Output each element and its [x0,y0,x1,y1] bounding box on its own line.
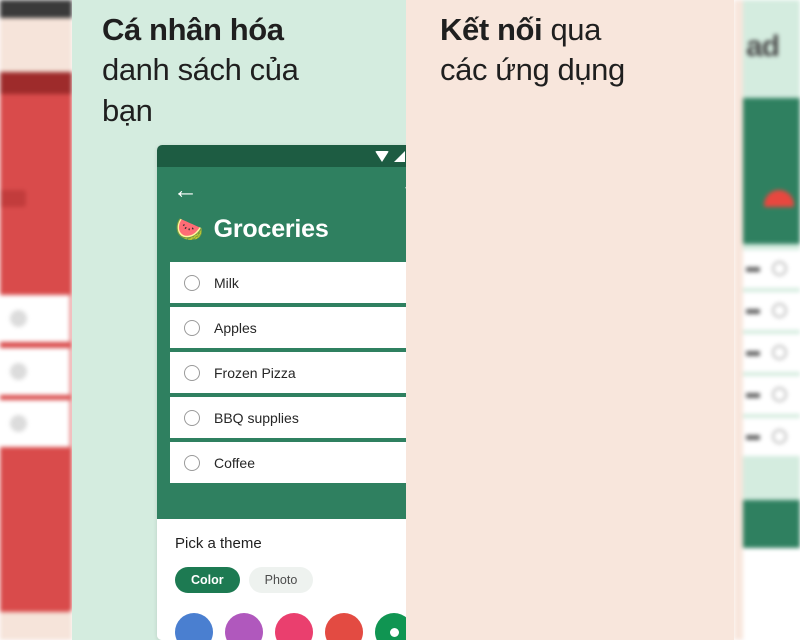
theme-swatch-blue[interactable] [175,613,213,640]
list-title: Groceries [213,215,329,243]
peek-left-chip [0,190,26,207]
task-label: BBQ supplies [214,409,299,426]
checkbox-circle-icon[interactable] [184,454,200,471]
right-headline-line1: Kết nối qua [440,10,710,50]
theme-swatch-purple[interactable] [225,613,263,640]
watermelon-icon: 🍉 [175,216,204,242]
left-headline-line1: Cá nhân hóa [102,12,284,47]
carousel-peek-left[interactable] [0,0,72,640]
peek-right-line [746,351,760,356]
peek-right-headline: ad [746,30,780,63]
swatch-selected-indicator [389,627,399,637]
right-headline-bold: Kết nối [440,12,543,47]
task-label: Frozen Pizza [214,364,296,381]
checkbox-circle-icon[interactable] [184,274,200,291]
peek-right-line [746,435,760,440]
checkbox-circle-icon[interactable] [184,364,200,381]
peek-right-gutter [734,0,743,640]
checkbox-circle-icon[interactable] [184,319,200,336]
theme-tab-photo[interactable]: Photo [248,567,314,593]
peek-right-footer [743,500,800,548]
peek-right-ring [772,429,787,444]
task-label: Milk [214,274,239,291]
peek-right-ring [772,387,787,402]
checkbox-circle-icon[interactable] [184,409,200,426]
slide-connect: Kết nối qua các ứng dụng 12:30 ← F [406,0,734,640]
slide-personalize: Cá nhân hóa danh sách của bạn 12:30 ← + [72,0,465,640]
arrow-back-icon[interactable]: ← [173,177,198,203]
peek-right-ring [772,303,787,318]
right-headline-rest: qua [542,12,601,47]
peek-left-dot [10,310,27,327]
left-headline-line2: danh sách của [102,52,299,88]
left-headline-line3: bạn [102,92,153,128]
peek-right-ring [772,345,787,360]
wifi-icon [374,150,389,162]
peek-right-line [746,393,760,398]
signal-icon [393,150,405,162]
theme-swatch-red[interactable] [325,613,363,640]
peek-right-line [746,267,760,272]
peek-left-topbar [0,0,72,18]
peek-right-sheet [743,548,800,640]
screenshot-stage: ad Cá nhân hóa danh sách của bạn ← 🍉 Gro… [0,0,800,640]
task-label: Coffee [214,454,255,471]
theme-swatch-pink[interactable] [275,613,313,640]
peek-right-ring [772,261,787,276]
peek-left-phone [0,72,72,612]
right-headline: Kết nối qua các ứng dụng [406,0,734,91]
right-headline-line2: các ứng dụng [440,52,625,88]
peek-right-line [746,309,760,314]
left-headline: Cá nhân hóa danh sách của bạn [72,0,406,131]
peek-right-appbar [743,98,800,244]
peek-left-dot [10,415,27,432]
task-label: Apples [214,319,257,336]
peek-left-statusbar [0,72,72,94]
peek-left-dot [10,363,27,380]
theme-tab-color[interactable]: Color [175,567,240,593]
carousel-peek-right[interactable]: ad [734,0,800,640]
